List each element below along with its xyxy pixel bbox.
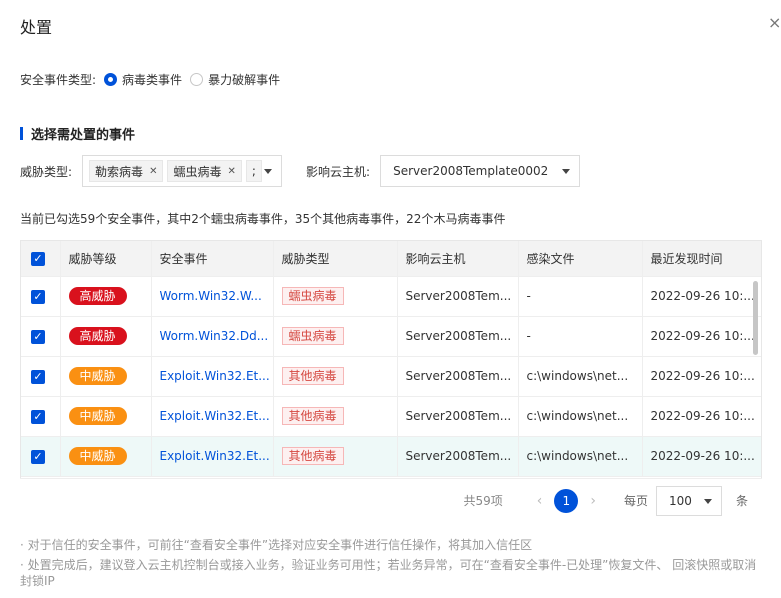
threat-type-select[interactable]: 勒索病毒 ✕ 蠕虫病毒 ✕ ; — [82, 155, 283, 187]
file-cell: c:\windows\net... — [518, 436, 643, 477]
threat-type-tag: 蠕虫病毒 — [281, 327, 344, 345]
time-cell: 2022-09-26 10:... — [642, 276, 761, 317]
event-link[interactable]: Exploit.Win32.Et... — [160, 369, 270, 383]
section-title-text: 选择需处置的事件 — [31, 128, 136, 143]
total-count: 共59项 — [463, 494, 503, 508]
row-checkbox[interactable]: ✓ — [31, 409, 45, 424]
page-size-value: 100 — [668, 493, 692, 508]
table-scrollbar[interactable] — [753, 281, 758, 355]
time-cell: 2022-09-26 10:... — [642, 396, 761, 437]
threat-level-badge: 中威胁 — [68, 407, 127, 425]
threat-level-badge: 中威胁 — [68, 447, 127, 465]
radio-unchecked-icon — [190, 73, 204, 86]
threat-type-tag: 蠕虫病毒 — [281, 287, 344, 305]
table-row[interactable]: ✓ 中威胁 Exploit.Win32.Et... 其他病毒 Server200… — [21, 396, 761, 437]
file-cell: - — [518, 276, 643, 317]
file-cell: c:\windows\net... — [518, 356, 643, 397]
time-cell: 2022-09-26 10:... — [642, 436, 761, 477]
note-item: · 处置完成后，建议登入云主机控制台或接入业务，验证业务可用性；若业务异常，可在… — [20, 558, 757, 588]
threat-tag-label: 勒索病毒 — [95, 164, 144, 179]
threat-type-label: 威胁类型: — [20, 164, 73, 179]
threat-tag-label: ; — [251, 164, 256, 178]
table-row[interactable]: ✓ 中威胁 Exploit.Win32.Et... 其他病毒 Server200… — [21, 356, 761, 397]
host-label: 影响云主机: — [306, 164, 371, 179]
radio-label: 病毒类事件 — [122, 73, 183, 87]
host-cell: Server2008Tem... — [397, 276, 519, 317]
dialog-title: 处置 — [20, 18, 53, 37]
event-link[interactable]: Worm.Win32.W... — [160, 289, 262, 303]
close-icon[interactable]: × — [768, 13, 781, 32]
event-link[interactable]: Worm.Win32.Dd... — [160, 329, 269, 343]
column-header: 威胁类型 — [273, 241, 398, 277]
threat-type-tag: 其他病毒 — [281, 447, 344, 465]
column-header: 最近发现时间 — [642, 241, 761, 277]
radio-label: 暴力破解事件 — [208, 73, 281, 87]
row-checkbox[interactable]: ✓ — [31, 449, 45, 464]
event-link[interactable]: Exploit.Win32.Et... — [160, 409, 270, 423]
threat-level-badge: 高威胁 — [68, 327, 127, 345]
host-cell: Server2008Tem... — [397, 396, 519, 437]
page-size-label: 每页 — [623, 494, 648, 508]
note-item: · 对于信任的安全事件，可前往“查看安全事件”选择对应安全事件进行信任操作，将其… — [20, 538, 533, 552]
row-checkbox[interactable]: ✓ — [31, 289, 45, 304]
column-header: 影响云主机 — [397, 241, 519, 277]
page-button-current[interactable]: 1 — [554, 488, 579, 513]
radio-virus-event[interactable]: 病毒类事件 — [104, 71, 182, 88]
host-cell: Server2008Tem... — [397, 436, 519, 477]
column-header: 安全事件 — [151, 241, 274, 277]
section-marker — [20, 127, 23, 140]
threat-level-badge: 高威胁 — [68, 287, 127, 305]
event-type-row: 安全事件类型: 病毒类事件 暴力破解事件 — [20, 71, 280, 88]
section-title: 选择需处置的事件 — [20, 124, 135, 143]
file-cell: c:\windows\net... — [518, 396, 643, 437]
filter-row: 威胁类型: 勒索病毒 ✕ 蠕虫病毒 ✕ ; 影响云主机: Server2008T… — [20, 155, 581, 187]
remove-tag-icon[interactable]: ✕ — [149, 166, 157, 177]
time-cell: 2022-09-26 10:... — [642, 356, 761, 397]
table-row[interactable]: ✓ 高威胁 Worm.Win32.W... 蠕虫病毒 Server2008Tem… — [21, 276, 761, 317]
notes: · 对于信任的安全事件，可前往“查看安全事件”选择对应安全事件进行信任操作，将其… — [20, 537, 765, 593]
file-cell: - — [518, 316, 643, 357]
threat-tag-more: ; — [245, 160, 262, 182]
radio-bruteforce-event[interactable]: 暴力破解事件 — [190, 71, 280, 88]
column-header: 感染文件 — [518, 241, 643, 277]
host-cell: Server2008Tem... — [397, 316, 519, 357]
threat-tag: 勒索病毒 ✕ — [89, 160, 164, 182]
chevron-down-icon[interactable] — [703, 498, 712, 504]
threat-type-tag: 其他病毒 — [281, 407, 344, 425]
table-row[interactable]: ✓ 中威胁 Exploit.Win32.Et... 其他病毒 Server200… — [21, 436, 761, 477]
chevron-down-icon[interactable] — [562, 169, 571, 174]
threat-type-tag: 其他病毒 — [281, 367, 344, 385]
event-link[interactable]: Exploit.Win32.Et... — [160, 449, 270, 463]
chevron-left-icon[interactable]: ‹ — [537, 493, 543, 509]
selection-summary: 当前已勾选59个安全事件，其中2个蠕虫病毒事件，35个其他病毒事件，22个木马病… — [20, 212, 506, 226]
threat-tag: 蠕虫病毒 ✕ — [167, 160, 242, 182]
host-select-value: Server2008Template0002 — [393, 164, 549, 178]
remove-tag-icon[interactable]: ✕ — [227, 166, 235, 177]
select-all-checkbox[interactable]: ✓ — [31, 251, 45, 266]
threat-tag-label: 蠕虫病毒 — [173, 164, 222, 179]
chevron-right-icon[interactable]: › — [590, 493, 596, 509]
event-type-label: 安全事件类型: — [20, 73, 97, 87]
column-header: 威胁等级 — [60, 241, 152, 277]
page-size-unit: 条 — [735, 494, 748, 508]
host-cell: Server2008Tem... — [397, 356, 519, 397]
table-row[interactable]: ✓ 高威胁 Worm.Win32.Dd... 蠕虫病毒 Server2008Te… — [21, 316, 761, 357]
host-select[interactable]: Server2008Template0002 — [380, 155, 581, 187]
row-checkbox[interactable]: ✓ — [31, 329, 45, 344]
threat-level-badge: 中威胁 — [68, 367, 127, 385]
table-header-row: ✓ 威胁等级 安全事件 威胁类型 影响云主机 感染文件 最近发现时间 — [21, 241, 761, 277]
time-cell: 2022-09-26 10:... — [642, 316, 761, 357]
radio-checked-icon — [104, 73, 118, 86]
page-size-select[interactable]: 100 — [655, 485, 722, 516]
pagination: 共59项 ‹ 1 › 每页 100 条 — [20, 478, 762, 522]
row-checkbox[interactable]: ✓ — [31, 369, 45, 384]
chevron-down-icon[interactable] — [264, 169, 273, 174]
